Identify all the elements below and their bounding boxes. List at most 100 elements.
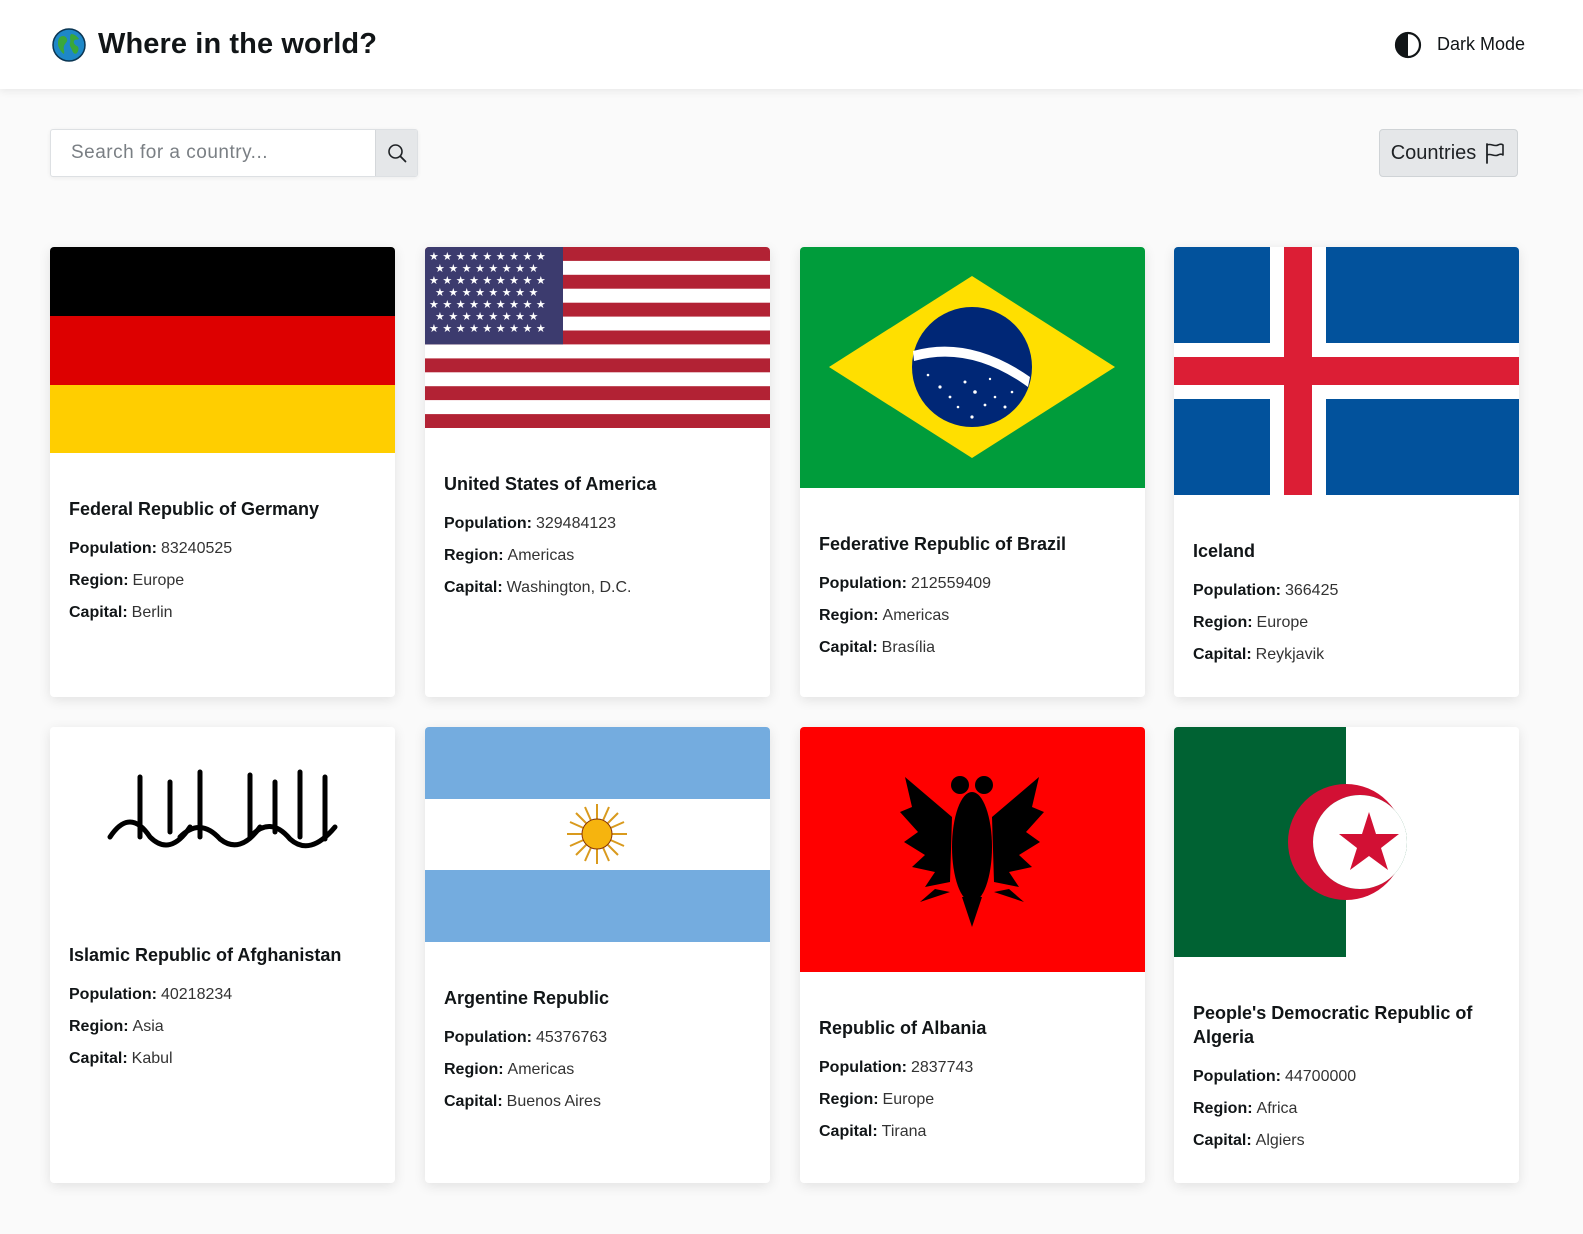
region-row: Region: Africa <box>1193 1099 1500 1119</box>
country-name: Iceland <box>1193 541 1256 561</box>
dark-mode-label: Dark Mode <box>1436 34 1525 54</box>
region-label: Region: <box>819 607 879 624</box>
population-label: Population: <box>819 1059 907 1076</box>
region-value: Europe <box>132 572 185 589</box>
population-label: Population: <box>819 575 907 592</box>
capital-row: Capital: Buenos Aires <box>444 1092 751 1112</box>
country-card[interactable]: ★ ★ ★ ★ ★ ★ ★ ★ ★ ★ ★ ★ ★ ★ ★ ★ ★ ★ ★ ★ … <box>425 247 770 697</box>
population-label: Population: <box>444 515 532 532</box>
capital-row: Capital: Brasília <box>819 638 1126 658</box>
population-value: 40218234 <box>160 986 233 1003</box>
capital-value: Berlin <box>131 604 173 621</box>
capital-row: Capital: Algiers <box>1193 1131 1500 1151</box>
population-row: Population: 83240525 <box>69 539 376 559</box>
country-card[interactable]: Iceland Population: 366425 Region: Europe … <box>1174 247 1519 697</box>
iceland-flag <box>1174 247 1519 495</box>
capital-value: Buenos Aires <box>506 1093 601 1110</box>
population-row: Population: 44700000 <box>1193 1067 1500 1087</box>
population-value: 212559409 <box>910 575 992 592</box>
capital-value: Tirana <box>881 1123 927 1140</box>
population-value: 44700000 <box>1284 1068 1357 1085</box>
capital-label: Capital: <box>1193 1132 1252 1149</box>
population-row: Population: 2837743 <box>819 1058 1126 1078</box>
algeria-flag <box>1174 727 1519 957</box>
germany-flag <box>50 247 395 453</box>
country-card[interactable]: Federal Republic of Germany Population: 8… <box>50 247 395 697</box>
region-label: Region: <box>444 1061 504 1078</box>
capital-value: Washington, D.C. <box>506 579 632 596</box>
population-value: 2837743 <box>910 1059 974 1076</box>
region-value: Asia <box>132 1018 164 1035</box>
page-title: Where in the world? <box>98 28 378 60</box>
region-value: Europe <box>1256 614 1309 631</box>
country-name: Argentine Republic <box>444 988 610 1008</box>
country-grid: Federal Republic of Germany Population: 8… <box>50 247 1519 1183</box>
capital-row: Capital: Kabul <box>69 1049 376 1069</box>
svg-text:★ ★ ★ ★ ★ ★ ★ ★ ★: ★ ★ ★ ★ ★ ★ ★ ★ ★ <box>429 322 546 335</box>
population-label: Population: <box>444 1029 532 1046</box>
region-row: Region: Asia <box>69 1017 376 1037</box>
search-input[interactable] <box>51 130 375 176</box>
capital-label: Capital: <box>1193 646 1252 663</box>
country-name: Islamic Republic of Afghanistan <box>69 945 342 965</box>
capital-label: Capital: <box>444 1093 503 1110</box>
country-name: United States of America <box>444 474 657 494</box>
capital-value: Reykjavik <box>1255 646 1325 663</box>
region-row: Region: Americas <box>819 606 1126 626</box>
country-card[interactable]: People's Democratic Republic of Algeria … <box>1174 727 1519 1183</box>
albania-flag <box>800 727 1145 972</box>
region-value: Americas <box>882 607 950 624</box>
region-row: Region: Europe <box>819 1090 1126 1110</box>
capital-value: Kabul <box>131 1050 173 1067</box>
country-card[interactable]: Republic of Albania Population: 2837743 R… <box>800 727 1145 1183</box>
region-label: Region: <box>1193 614 1253 631</box>
capital-value: Algiers <box>1255 1132 1305 1149</box>
population-value: 83240525 <box>160 540 233 557</box>
country-name: Federal Republic of Germany <box>69 499 320 519</box>
country-card[interactable]: Federative Republic of Brazil Population… <box>800 247 1145 697</box>
capital-label: Capital: <box>69 604 128 621</box>
region-value: Europe <box>882 1091 935 1108</box>
capital-label: Capital: <box>444 579 503 596</box>
half-circle-contrast-icon <box>1394 31 1422 59</box>
region-value: Americas <box>507 1061 575 1078</box>
region-row: Region: Europe <box>69 571 376 591</box>
region-label: Region: <box>69 1018 129 1035</box>
region-label: Region: <box>819 1091 879 1108</box>
population-label: Population: <box>1193 1068 1281 1085</box>
country-name: Federative Republic of Brazil <box>819 534 1067 554</box>
brand: Where in the world? <box>52 27 378 62</box>
top-bar: Where in the world? Dark Mode <box>0 0 1583 89</box>
country-card[interactable]: Argentine Republic Population: 45376763 R… <box>425 727 770 1183</box>
search-bar <box>50 129 418 177</box>
brazil-flag <box>800 247 1145 488</box>
argentina-flag <box>425 727 770 942</box>
population-row: Population: 45376763 <box>444 1028 751 1048</box>
globe-icon <box>52 27 86 62</box>
country-name: People's Democratic Republic of Algeria <box>1193 1003 1473 1047</box>
country-name: Republic of Albania <box>819 1018 987 1038</box>
region-row: Region: Americas <box>444 1060 751 1080</box>
capital-label: Capital: <box>819 1123 878 1140</box>
population-row: Population: 40218234 <box>69 985 376 1005</box>
capital-value: Brasília <box>881 639 936 656</box>
region-label: Region: <box>444 547 504 564</box>
population-label: Population: <box>69 540 157 557</box>
population-label: Population: <box>69 986 157 1003</box>
population-label: Population: <box>1193 582 1281 599</box>
country-card[interactable]: Islamic Republic of Afghanistan Populati… <box>50 727 395 1183</box>
capital-label: Capital: <box>69 1050 128 1067</box>
population-row: Population: 366425 <box>1193 581 1500 601</box>
region-value: Africa <box>1256 1100 1298 1117</box>
population-value: 45376763 <box>535 1029 608 1046</box>
population-value: 329484123 <box>535 515 617 532</box>
region-filter-button[interactable]: Countries <box>1379 129 1518 177</box>
usa-flag: ★ ★ ★ ★ ★ ★ ★ ★ ★ ★ ★ ★ ★ ★ ★ ★ ★ ★ ★ ★ … <box>425 247 770 428</box>
dark-mode-toggle[interactable]: Dark Mode <box>1394 31 1525 59</box>
capital-row: Capital: Berlin <box>69 603 376 623</box>
population-row: Population: 329484123 <box>444 514 751 534</box>
search-button[interactable] <box>375 130 417 176</box>
capital-row: Capital: Tirana <box>819 1122 1126 1142</box>
flag-icon <box>1484 142 1506 164</box>
region-label: Region: <box>1193 1100 1253 1117</box>
